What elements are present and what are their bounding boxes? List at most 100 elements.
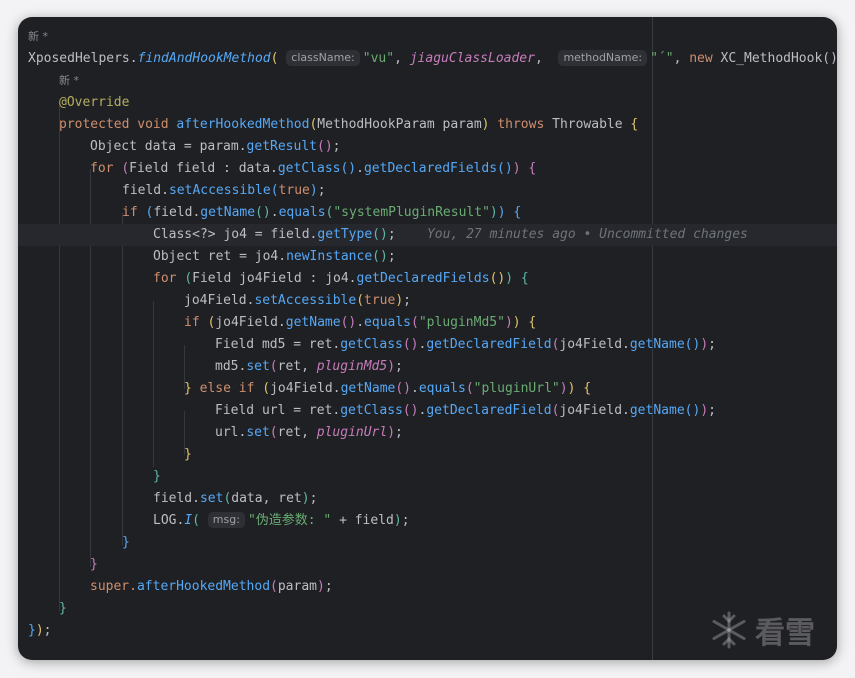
code-token: "pluginMd5" [418, 315, 505, 330]
code-token: else [199, 381, 231, 396]
code-token: Field url = ret. [215, 403, 341, 418]
code-line[interactable]: for (Field field : data.getClass().getDe… [18, 158, 837, 180]
code-token: url. [215, 425, 247, 440]
code-token: jo4Field. [559, 403, 630, 418]
code-token: MethodHookParam param [317, 117, 482, 132]
snowflake-icon [712, 611, 746, 649]
watermark-text: 看雪 [755, 616, 815, 651]
watermark: 看雪 [709, 608, 815, 652]
code-token: param [277, 579, 317, 594]
code-token: set [246, 359, 270, 374]
code-token: jo4Field. [270, 381, 341, 396]
code-token: Class<?> jo4 = field. [153, 227, 318, 242]
code-token: getType [317, 227, 373, 242]
git-blame-annotation: You, 27 minutes ago • Uncommitted change… [426, 227, 748, 242]
code-token: throws [497, 117, 545, 132]
code-token: if [122, 205, 138, 220]
code-line[interactable]: @Override [18, 92, 837, 114]
code-token: for [153, 271, 177, 286]
code-line[interactable]: protected void afterHookedMethod(MethodH… [18, 114, 837, 136]
code-token: getClass [340, 337, 403, 352]
code-token: afterHookedMethod [136, 579, 271, 594]
code-token: pluginUrl [316, 425, 388, 440]
code-line[interactable]: XposedHelpers.findAndHookMethod( classNa… [18, 48, 837, 70]
code-token: getName [629, 403, 685, 418]
code-token: setAccessible [254, 293, 357, 308]
author-hint: 新 * [28, 30, 48, 43]
code-line[interactable]: } [18, 532, 837, 554]
code-token: jo4Field. [184, 293, 255, 308]
code-token: getDeclaredFields [363, 161, 498, 176]
code-token: afterHookedMethod [176, 117, 310, 132]
code-token: protected void [59, 117, 169, 132]
code-line[interactable]: 新 * [18, 26, 837, 48]
code-token: jo4Field. [559, 337, 630, 352]
code-token: XC_MethodHook() [712, 51, 837, 66]
code-line[interactable]: Object ret = jo4.newInstance(); [18, 246, 837, 268]
author-hint: 新 * [59, 74, 79, 87]
code-token: true [278, 183, 310, 198]
code-line[interactable]: md5.set(ret, pluginMd5); [18, 356, 837, 378]
code-token: jo4Field. [215, 315, 286, 330]
code-token: Throwable [544, 117, 631, 132]
code-line[interactable]: if (jo4Field.getName().equals("pluginMd5… [18, 312, 837, 334]
param-hint: methodName: [558, 50, 648, 66]
code-token: if [238, 381, 255, 396]
code-token: super. [90, 579, 137, 594]
code-token: Field md5 = ret. [215, 337, 341, 352]
code-token: set [246, 425, 270, 440]
code-token: md5. [215, 359, 247, 374]
code-editor[interactable]: 新 * XposedHelpers.findAndHookMethod( cla… [18, 17, 837, 660]
code-line[interactable]: url.set(ret, pluginUrl); [18, 422, 837, 444]
code-token: getDeclaredField [426, 403, 552, 418]
param-hint: className: [286, 50, 360, 66]
code-token: Object ret = jo4. [153, 249, 287, 264]
code-line[interactable]: if (field.getName().equals("systemPlugin… [18, 202, 837, 224]
code-line[interactable]: field.setAccessible(true); [18, 180, 837, 202]
code-line[interactable]: 新 * [18, 70, 837, 92]
code-line[interactable]: } else if (jo4Field.getName().equals("pl… [18, 378, 837, 400]
code-token: field. [122, 183, 169, 198]
code-token: getName [285, 315, 341, 330]
code-line[interactable]: } [18, 554, 837, 576]
param-hint: msg: [207, 512, 245, 528]
code-token: XposedHelpers. [28, 51, 138, 66]
code-token: pluginMd5 [316, 359, 388, 374]
code-token: Field jo4Field : jo4. [192, 271, 357, 286]
code-token: + field [331, 513, 394, 528]
code-line[interactable]: super.afterHookedMethod(param); [18, 576, 837, 598]
code-token: field. [153, 205, 201, 220]
code-line[interactable]: Field md5 = ret.getClass().getDeclaredFi… [18, 334, 837, 356]
code-token: ret, [277, 359, 317, 374]
code-line[interactable]: LOG.I( msg: "伪造参数: " + field); [18, 510, 837, 532]
code-line[interactable]: jo4Field.setAccessible(true); [18, 290, 837, 312]
code-token: Object data = param. [90, 139, 247, 154]
code-token: getName [629, 337, 685, 352]
code-token: "伪造参数: " [247, 513, 332, 528]
code-token: "pluginUrl" [473, 381, 560, 396]
code-token: "´" [650, 51, 674, 66]
code-token: I [184, 513, 193, 528]
code-token: newInstance [286, 249, 373, 264]
code-token: true [364, 293, 396, 308]
code-token: equals [418, 381, 466, 396]
code-token: setAccessible [168, 183, 271, 198]
code-line[interactable]: Object data = param.getResult(); [18, 136, 837, 158]
code-token: findAndHookMethod [137, 51, 271, 66]
code-line-current[interactable]: Class<?> jo4 = field.getType(); You, 27 … [18, 224, 837, 246]
code-token: "systemPluginResult" [333, 205, 490, 220]
code-token: for [90, 161, 114, 176]
code-token: jiaguClassLoader [409, 51, 535, 66]
code-token: getClass [277, 161, 341, 176]
code-token: LOG. [153, 513, 185, 528]
code-token: getName [200, 205, 256, 220]
code-line[interactable]: } [18, 466, 837, 488]
code-token: getClass [340, 403, 403, 418]
code-line[interactable]: for (Field jo4Field : jo4.getDeclaredFie… [18, 268, 837, 290]
code-token: getDeclaredField [426, 337, 552, 352]
code-line[interactable]: Field url = ret.getClass().getDeclaredFi… [18, 400, 837, 422]
code-line[interactable]: } [18, 444, 837, 466]
code-token: field. [153, 491, 200, 506]
code-token: @Override [59, 95, 130, 110]
code-line[interactable]: field.set(data, ret); [18, 488, 837, 510]
